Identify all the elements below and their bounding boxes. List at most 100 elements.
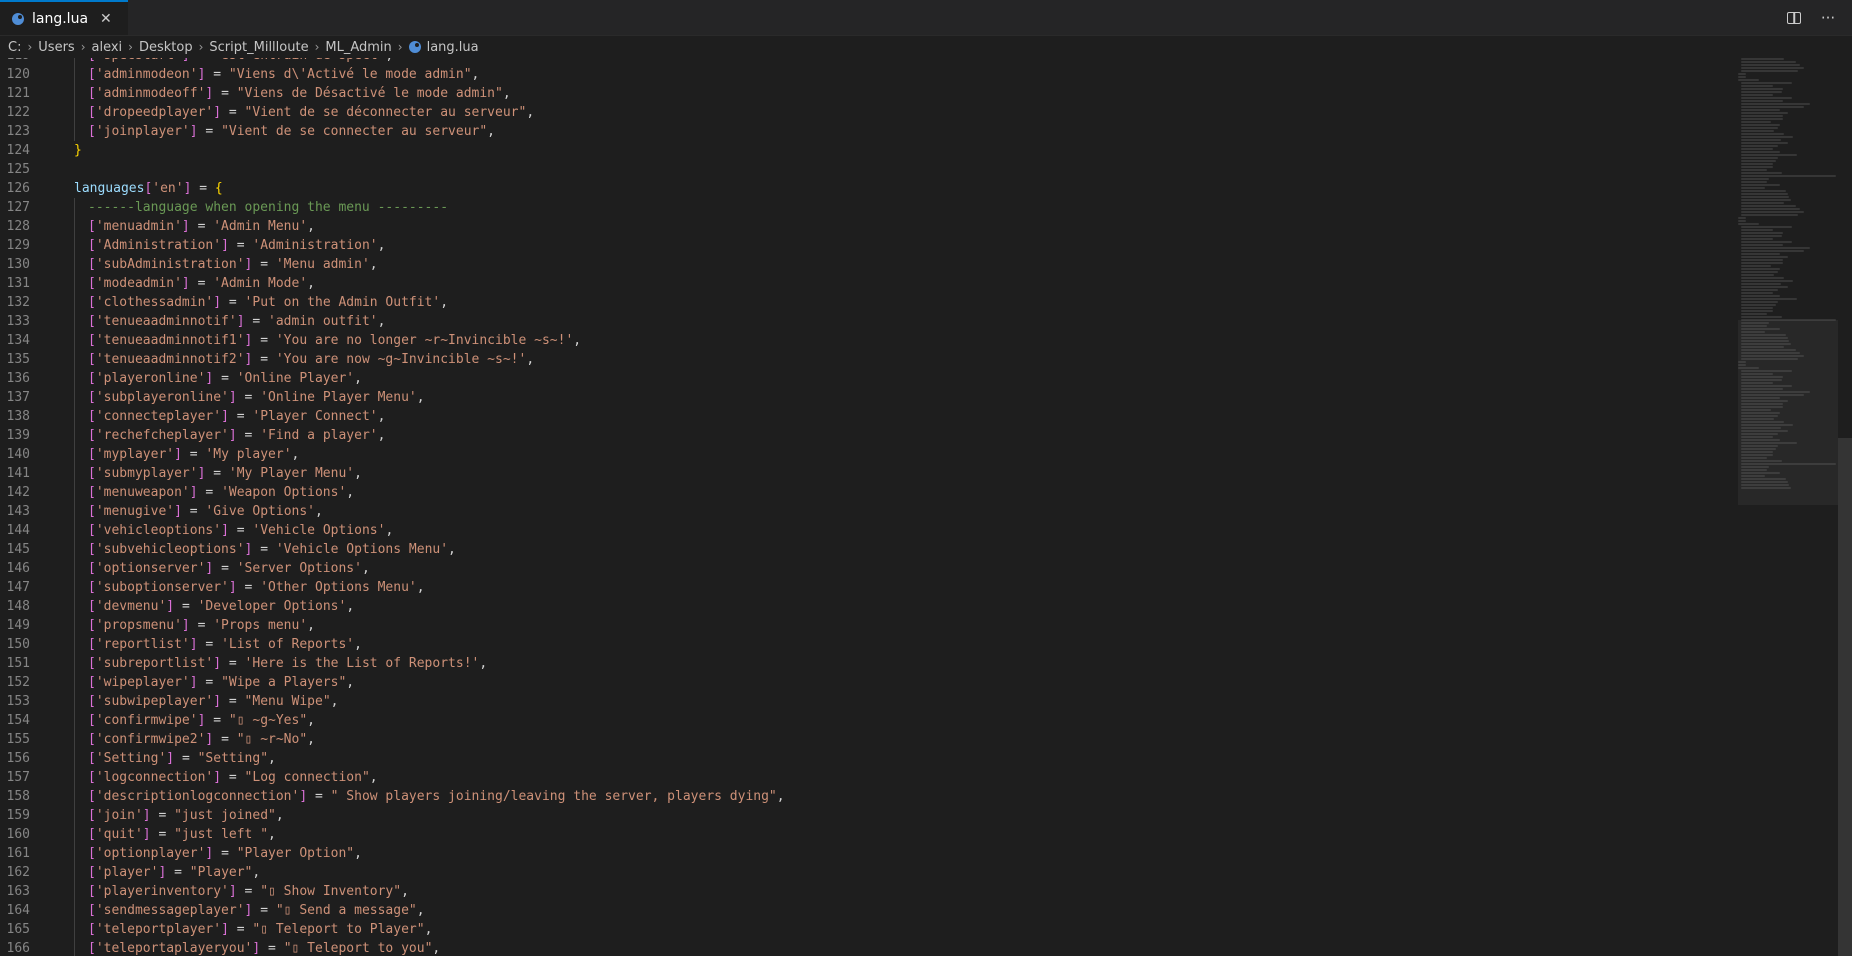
code-line[interactable]: 158 ['descriptionlogconnection'] = " Show… [0, 787, 1742, 806]
code-line[interactable]: 156 ['Setting'] = "Setting", [0, 749, 1742, 768]
indent-guide [74, 711, 88, 730]
close-icon[interactable]: ✕ [96, 11, 116, 27]
line-number: 121 [6, 86, 30, 101]
editor-area[interactable]: 119 ['specstart'] = "est entrain de spect… [0, 58, 1852, 956]
line-number: 142 [6, 485, 30, 500]
breadcrumb-item[interactable]: Script_Millloute [209, 40, 308, 55]
breadcrumb-item[interactable]: Users [38, 40, 74, 55]
code-line[interactable]: 144 ['vehicleoptions'] = 'Vehicle Options… [0, 521, 1742, 540]
minimap-line [1741, 124, 1780, 126]
code-line[interactable]: 159 ['join'] = "just joined", [0, 806, 1742, 825]
code-line[interactable]: 128 ['menuadmin'] = 'Admin Menu', [0, 217, 1742, 236]
indent-guide [74, 654, 88, 673]
code-line[interactable]: 138 ['connecteplayer'] = 'Player Connect'… [0, 407, 1742, 426]
code-line[interactable]: 123 ['joinplayer'] = "Vient de se connect… [0, 122, 1742, 141]
line-number: 166 [6, 941, 30, 956]
code-text: ['adminmodeon'] = "Viens d\'Activé le mo… [88, 67, 480, 82]
code-line[interactable]: 136 ['playeronline'] = 'Online Player', [0, 369, 1742, 388]
code-line[interactable]: 165 ['teleportplayer'] = "▯ Teleport to P… [0, 920, 1742, 939]
code-line[interactable]: 147 ['suboptionserver'] = 'Other Options … [0, 578, 1742, 597]
code-line[interactable]: 150 ['reportlist'] = 'List of Reports', [0, 635, 1742, 654]
code-line[interactable]: 134 ['tenueaadminnotif1'] = 'You are no l… [0, 331, 1742, 350]
code-line[interactable]: 132 ['clothessadmin'] = 'Put on the Admin… [0, 293, 1742, 312]
code-line[interactable]: 140 ['myplayer'] = 'My player', [0, 445, 1742, 464]
code-line[interactable]: 139 ['rechefcheplayer'] = 'Find a player'… [0, 426, 1742, 445]
line-number: 137 [6, 390, 30, 405]
code-text: ['subAdministration'] = 'Menu admin', [88, 257, 378, 272]
line-number: 150 [6, 637, 30, 652]
code-line[interactable]: 145 ['subvehicleoptions'] = 'Vehicle Opti… [0, 540, 1742, 559]
code-line[interactable]: 125 [0, 160, 1742, 179]
vertical-scrollbar[interactable] [1838, 58, 1852, 956]
code-line[interactable]: 124} [0, 141, 1742, 160]
scrollbar-thumb[interactable] [1838, 438, 1852, 956]
code-line[interactable]: 149 ['propsmenu'] = 'Props menu', [0, 616, 1742, 635]
line-number: 152 [6, 675, 30, 690]
indent-guide [74, 768, 88, 787]
code-text: ['subreportlist'] = 'Here is the List of… [88, 656, 488, 671]
code-line[interactable]: 129 ['Administration'] = 'Administration'… [0, 236, 1742, 255]
code-line[interactable]: 126 languages['en'] = { [0, 179, 1742, 198]
breadcrumb-item[interactable]: Desktop [139, 40, 193, 55]
split-editor-icon[interactable] [1784, 8, 1804, 28]
minimap-line [1741, 277, 1784, 279]
code-line[interactable]: 137 ['subplayeronline'] = 'Online Player … [0, 388, 1742, 407]
code-line[interactable]: 164 ['sendmessageplayer'] = "▯ Send a mes… [0, 901, 1742, 920]
line-number: 128 [6, 219, 30, 234]
code-line[interactable]: 154 ['confirmwipe'] = "▯ ~g~Yes", [0, 711, 1742, 730]
code-text: ['optionserver'] = 'Server Options', [88, 561, 370, 576]
code-line[interactable]: 143 ['menugive'] = 'Give Options', [0, 502, 1742, 521]
chevron-right-icon: › [27, 40, 33, 54]
chevron-right-icon: › [198, 40, 204, 54]
code-content[interactable]: 119 ['specstart'] = "est entrain de spect… [0, 58, 1742, 956]
code-line[interactable]: 135 ['tenueaadminnotif2'] = 'You are now … [0, 350, 1742, 369]
code-line[interactable]: 166 ['teleportaplayeryou'] = "▯ Teleport … [0, 939, 1742, 956]
code-line[interactable]: 131 ['modeadmin'] = 'Admin Mode', [0, 274, 1742, 293]
code-line[interactable]: 133 ['tenueaadminnotif'] = 'admin outfit'… [0, 312, 1742, 331]
breadcrumb-item[interactable]: lang.lua [408, 40, 479, 55]
code-line[interactable]: 161 ['optionplayer'] = "Player Option", [0, 844, 1742, 863]
minimap-line [1741, 154, 1798, 156]
minimap[interactable] [1738, 58, 1838, 956]
code-line[interactable]: 157 ['logconnection'] = "Log connection", [0, 768, 1742, 787]
minimap-line [1741, 286, 1789, 288]
code-text: ['tenueaadminnotif'] = 'admin outfit', [88, 314, 386, 329]
code-line[interactable]: 122 ['dropeedplayer'] = "Vient de se déco… [0, 103, 1742, 122]
code-line[interactable]: 141 ['submyplayer'] = 'My Player Menu', [0, 464, 1742, 483]
code-text: ['dropeedplayer'] = "Vient de se déconne… [88, 105, 535, 120]
line-number: 156 [6, 751, 30, 766]
tab-lang-lua[interactable]: lang.lua ✕ [0, 0, 128, 35]
breadcrumb-label: Users [38, 39, 75, 55]
indent-guide [74, 749, 88, 768]
more-actions-icon[interactable]: ··· [1818, 8, 1838, 28]
code-line[interactable]: 146 ['optionserver'] = 'Server Options', [0, 559, 1742, 578]
code-line[interactable]: 152 ['wipeplayer'] = "Wipe a Players", [0, 673, 1742, 692]
code-line[interactable]: 151 ['subreportlist'] = 'Here is the List… [0, 654, 1742, 673]
line-number: 145 [6, 542, 30, 557]
indent-guide [74, 464, 88, 483]
code-line[interactable]: 160 ['quit'] = "just left ", [0, 825, 1742, 844]
line-number: 157 [6, 770, 30, 785]
indent-guide [74, 103, 88, 122]
code-line[interactable]: 153 ['subwipeplayer'] = "Menu Wipe", [0, 692, 1742, 711]
line-number: 123 [6, 124, 30, 139]
code-line[interactable]: 163 ['playerinventory'] = "▯ Show Invento… [0, 882, 1742, 901]
breadcrumb-item[interactable]: alexi [92, 40, 123, 55]
breadcrumb-item[interactable]: ML_Admin [325, 40, 391, 55]
code-line[interactable]: 127 ------language when opening the menu … [0, 198, 1742, 217]
line-number: 151 [6, 656, 30, 671]
indent-guide [74, 84, 88, 103]
code-line[interactable]: 162 ['player'] = "Player", [0, 863, 1742, 882]
code-line[interactable]: 142 ['menuweapon'] = 'Weapon Options', [0, 483, 1742, 502]
code-line[interactable]: 148 ['devmenu'] = 'Developer Options', [0, 597, 1742, 616]
line-number: 133 [6, 314, 30, 329]
breadcrumb-item[interactable]: C: [8, 40, 21, 55]
minimap-line [1741, 136, 1793, 138]
code-line[interactable]: 155 ['confirmwipe2'] = "▯ ~r~No", [0, 730, 1742, 749]
code-line[interactable]: 119 ['specstart'] = "est entrain de spect… [0, 58, 1742, 65]
code-line[interactable]: 120 ['adminmodeon'] = "Viens d\'Activé le… [0, 65, 1742, 84]
code-line[interactable]: 121 ['adminmodeoff'] = "Viens de Désactiv… [0, 84, 1742, 103]
minimap-viewport[interactable] [1738, 320, 1838, 505]
code-text: ['menugive'] = 'Give Options', [88, 504, 323, 519]
code-line[interactable]: 130 ['subAdministration'] = 'Menu admin', [0, 255, 1742, 274]
